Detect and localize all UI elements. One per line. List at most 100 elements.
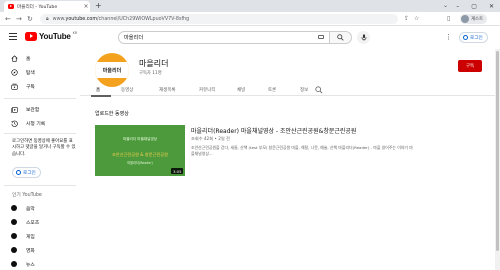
- sidebar-item-label: 홈: [26, 56, 31, 62]
- logo-text: YouTube: [39, 32, 71, 41]
- logo-region: KR: [72, 30, 78, 35]
- sidebar-item-label: 구독: [26, 84, 35, 90]
- youtube-logo[interactable]: YouTube KR: [25, 30, 78, 41]
- subscriptions-icon: [7, 83, 21, 90]
- sidebar-item-label: 뉴스: [26, 262, 35, 268]
- video-duration: 3:05: [171, 168, 183, 174]
- new-tab-button[interactable]: +: [95, 1, 102, 11]
- active-tab-indicator: [91, 95, 111, 97]
- back-arrow-icon[interactable]: ←: [5, 14, 11, 24]
- profile-name: 게스트: [471, 17, 484, 22]
- login-label: 로그인: [23, 170, 36, 176]
- avatar-text: 마을리더: [95, 62, 129, 78]
- page-scrollbar[interactable]: [495, 49, 500, 270]
- music-icon: [7, 205, 21, 211]
- more-options-icon[interactable]: ⋮: [445, 33, 452, 42]
- user-circle-icon: [463, 35, 468, 40]
- profile-button[interactable]: 게스트: [460, 14, 488, 24]
- voice-search-button[interactable]: [357, 31, 370, 44]
- home-icon: [7, 54, 21, 62]
- bookmark-star-icon[interactable]: ☆: [414, 14, 419, 24]
- library-icon: [7, 106, 21, 113]
- sports-icon: [7, 219, 21, 225]
- sidebar-divider: [4, 98, 76, 99]
- url-text: www.youtube.com/channel/UCh29WlOWLpuoVV7…: [52, 16, 190, 22]
- youtube-play-icon: [25, 32, 37, 41]
- sidebar-item-music[interactable]: 음악: [4, 202, 76, 214]
- tab-playlists[interactable]: 재생목록: [159, 87, 176, 93]
- forward-arrow-icon[interactable]: →: [16, 14, 22, 24]
- side-panel-icon[interactable]: ▯: [447, 14, 450, 24]
- browser-tab[interactable]: 마을리더 - YouTube ×: [4, 1, 90, 12]
- tab-search-chevron-icon[interactable]: ⌄: [443, 2, 448, 9]
- address-bar[interactable]: 🔒︎ www.youtube.com/channel/UCh29WlOWLpuo…: [40, 14, 398, 24]
- channel-name: 마을리더: [139, 59, 169, 68]
- gaming-icon: [7, 233, 21, 239]
- sidebar-item-subscriptions[interactable]: 구독: [4, 80, 76, 92]
- sidebar-item-explore[interactable]: 탐색: [4, 66, 76, 78]
- sidebar-item-label: 영화: [26, 248, 35, 254]
- thumbnail-text: 마을리더(Reader): [127, 161, 153, 165]
- maximize-button[interactable]: ▢: [471, 3, 477, 10]
- search-input[interactable]: 마을리더: [118, 31, 330, 44]
- sidebar-divider: [4, 133, 76, 134]
- tab-videos[interactable]: 동영상: [121, 87, 133, 93]
- news-icon: [7, 261, 21, 267]
- guest-avatar-icon: [461, 15, 469, 23]
- search-icon: [337, 34, 344, 41]
- video-title[interactable]: 마을리더(Reader) 마을채널영상 - 조안산근린공원&창문근린공원: [191, 126, 356, 135]
- login-prompt-text: 로그인하면 동영상에 좋아요를 표시하고 댓글을 달거나 구독할 수 있습니다.: [12, 139, 76, 157]
- subscriber-count: 구독자 11명: [139, 71, 162, 76]
- tab-home[interactable]: 홈: [96, 87, 100, 93]
- subscribe-button[interactable]: 구독: [458, 60, 482, 72]
- sidebar-login-button[interactable]: 로그인: [12, 167, 41, 178]
- scrollbar-thumb[interactable]: [496, 51, 499, 251]
- youtube-header: YouTube KR 마을리더 ⋮ 로그인: [0, 27, 500, 49]
- microphone-icon: [361, 34, 366, 41]
- compass-icon: [7, 68, 21, 76]
- lock-icon: 🔒︎: [46, 16, 49, 22]
- thumbnail-text: 조안산근린공원 & 창문근린공원: [111, 152, 168, 157]
- sidebar-item-label: 음악: [26, 206, 35, 212]
- history-icon: [7, 120, 21, 127]
- sidebar-item-gaming[interactable]: 게임: [4, 230, 76, 242]
- sidebar-item-sports[interactable]: 스포츠: [4, 216, 76, 228]
- tab-community[interactable]: 커뮤니티: [199, 87, 216, 93]
- reload-icon[interactable]: ↻: [27, 14, 33, 24]
- close-window-button[interactable]: ✕: [489, 3, 494, 10]
- sidebar-item-label: 탐색: [26, 70, 35, 76]
- browser-tab-bar: 마을리더 - YouTube × + ⌄ – ▢ ✕: [0, 0, 500, 12]
- user-circle-icon: [16, 170, 21, 175]
- channel-search-icon[interactable]: [315, 86, 323, 94]
- minimize-button[interactable]: –: [456, 3, 459, 10]
- channel-tabs: 홈 동영상 재생목록 커뮤니티 채널 토론 정보: [80, 84, 495, 96]
- video-description: 조안산근린공원을 걷다, 새들, 산책 (test 부모) 창문근린공원 마을,…: [191, 145, 413, 156]
- sidebar-item-library[interactable]: 보관함: [4, 103, 76, 115]
- thumbnail-text: 마을리더 마을채널영상: [122, 137, 158, 141]
- video-thumbnail[interactable]: 마을리더 마을채널영상 조안산근린공원 & 창문근린공원 마을리더(Reader…: [95, 125, 185, 176]
- tab-channels[interactable]: 채널: [237, 87, 245, 93]
- sidebar-item-label: 스포츠: [26, 220, 40, 226]
- sidebar-item-movies[interactable]: 영화: [4, 244, 76, 256]
- login-label: 로그인: [470, 35, 483, 41]
- channel-avatar[interactable]: 마을리더: [95, 53, 129, 87]
- movies-icon: [7, 247, 21, 253]
- video-meta: 조회수 42회 • 2일 전: [191, 136, 230, 141]
- sidebar-item-home[interactable]: 홈: [4, 52, 76, 64]
- close-tab-button[interactable]: ×: [82, 3, 90, 10]
- menu-icon[interactable]: [9, 33, 17, 42]
- tab-about[interactable]: 정보: [300, 87, 308, 93]
- browser-toolbar: ← → ↻ 🔒︎ www.youtube.com/channel/UCh29Wl…: [0, 12, 500, 26]
- search-button[interactable]: [330, 31, 352, 44]
- sidebar-item-history[interactable]: 시청 기록: [4, 117, 76, 129]
- youtube-favicon-icon: [8, 4, 14, 9]
- tab-discussion[interactable]: 토론: [268, 87, 276, 93]
- search-value: 마을리더: [124, 35, 144, 41]
- login-button[interactable]: 로그인: [459, 32, 488, 43]
- sidebar-item-label: 시청 기록: [26, 121, 46, 127]
- keyboard-icon[interactable]: [318, 35, 324, 39]
- sidebar-item-news[interactable]: 뉴스: [4, 258, 76, 270]
- share-icon[interactable]: ⇪: [404, 14, 409, 24]
- featured-section-title: 업로드한 동영상: [95, 111, 129, 117]
- sidebar-item-label: 게임: [26, 234, 35, 240]
